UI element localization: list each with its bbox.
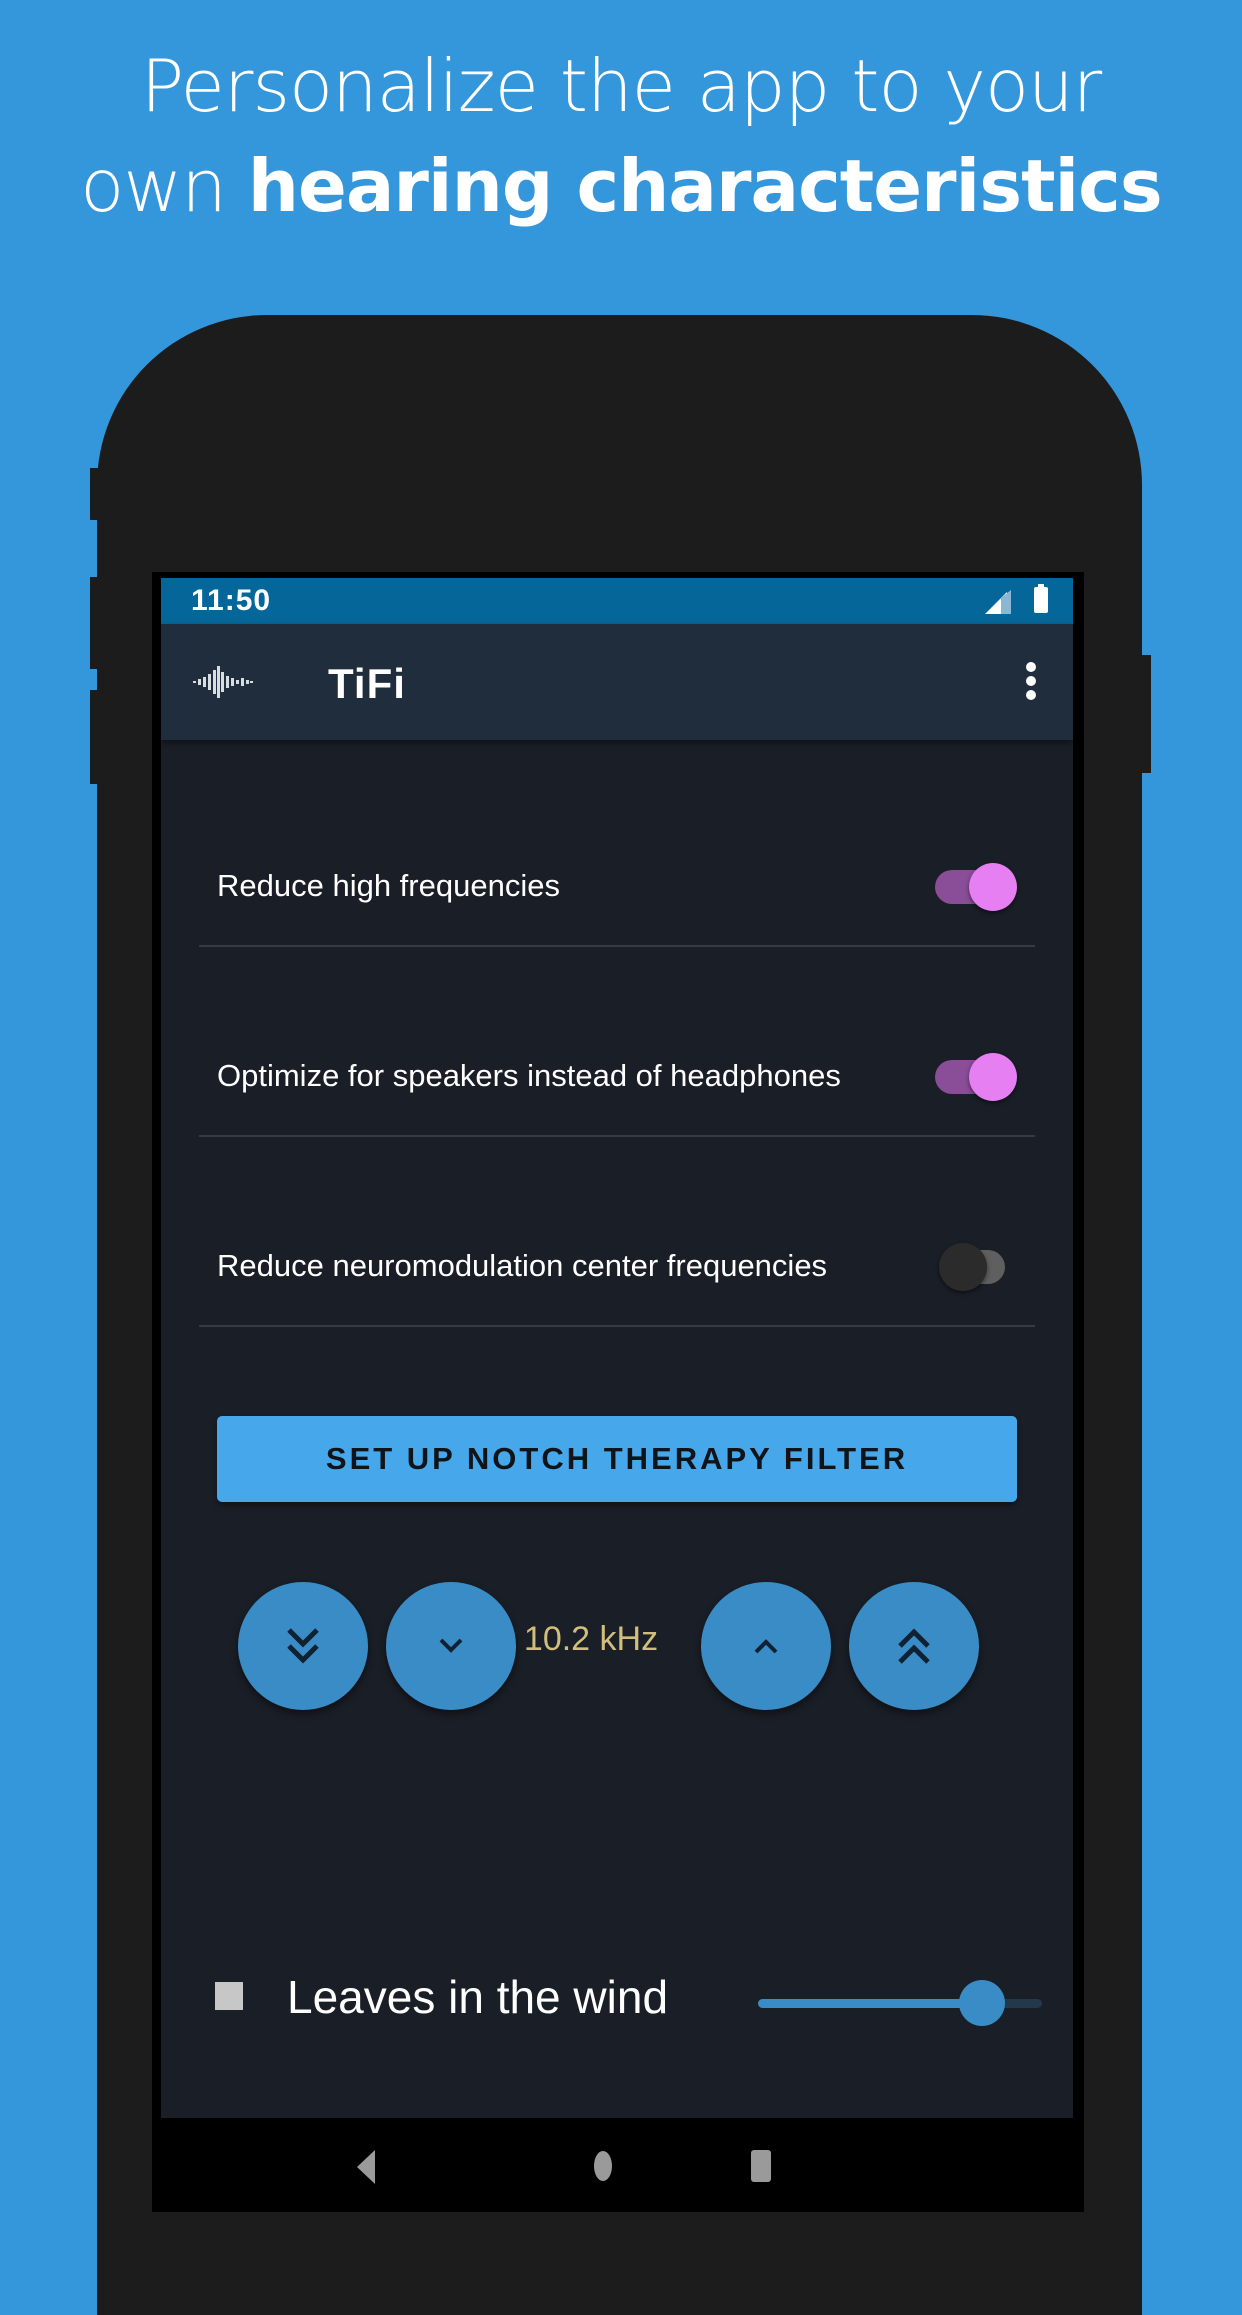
slider-knob[interactable] <box>959 1980 1006 2026</box>
setup-notch-filter-button[interactable]: SET UP NOTCH THERAPY FILTER <box>217 1416 1017 1502</box>
volume-slider[interactable] <box>758 1980 1042 2026</box>
frequency-increase-large-button[interactable] <box>849 1582 979 1710</box>
setting-label: Optimize for speakers instead of headpho… <box>217 1058 841 1093</box>
more-vert-icon <box>1026 662 1036 672</box>
double-chevron-up-icon <box>898 1628 930 1664</box>
divider <box>199 1325 1035 1327</box>
divider <box>199 1135 1035 1137</box>
headline-light-text: own <box>80 144 248 228</box>
status-time: 11:50 <box>191 584 272 617</box>
sound-name: Leaves in the wind <box>287 1971 669 2023</box>
chevron-down-icon <box>439 1638 463 1653</box>
frequency-decrease-large-button[interactable] <box>238 1582 368 1710</box>
home-icon[interactable] <box>593 2150 613 2182</box>
promo-headline: Personalize the app to your own hearing … <box>0 36 1242 236</box>
sound-row: Leaves in the wind <box>161 1968 1073 2048</box>
toggle-switch[interactable] <box>935 1053 1017 1101</box>
setting-label: Reduce high frequencies <box>217 868 560 903</box>
app-title: TiFi <box>328 660 406 707</box>
toggle-switch[interactable] <box>939 1243 1005 1291</box>
setting-label: Reduce neuromodulation center frequencie… <box>217 1248 828 1283</box>
setting-optimize-for-speakers[interactable]: Optimize for speakers instead of headpho… <box>199 1030 1035 1137</box>
back-icon[interactable] <box>357 2150 377 2184</box>
double-chevron-down-icon <box>287 1628 319 1664</box>
frequency-value: 10.2 kHz <box>523 1620 659 1658</box>
recents-icon[interactable] <box>750 2149 772 2183</box>
signal-icon <box>985 590 1011 614</box>
frequency-increase-small-button[interactable] <box>701 1582 831 1710</box>
setting-reduce-high-frequencies[interactable]: Reduce high frequencies <box>199 840 1035 947</box>
headline-bold-text: hearing characteristics <box>247 144 1163 228</box>
app-bar: TiFi <box>161 624 1073 740</box>
divider <box>199 945 1035 947</box>
toggle-switch[interactable] <box>935 863 1017 911</box>
stop-icon[interactable] <box>215 1982 243 2010</box>
phone-volume-down-button <box>90 690 98 784</box>
phone-side-button <box>90 468 98 520</box>
app-screen: 11:50 TiFi Reduce high frequencies Optim… <box>161 578 1073 2118</box>
waveform-icon <box>193 666 253 698</box>
headline-line-2: own hearing characteristics <box>0 136 1242 236</box>
status-bar: 11:50 <box>161 578 1073 624</box>
frequency-decrease-small-button[interactable] <box>386 1582 516 1710</box>
slider-fill <box>758 1999 983 2008</box>
headline-line-1: Personalize the app to your <box>140 44 1103 128</box>
more-options-button[interactable] <box>1021 662 1041 702</box>
navigation-bar <box>152 2118 1084 2208</box>
battery-icon <box>1034 584 1048 613</box>
phone-power-button <box>1141 655 1151 773</box>
phone-volume-up-button <box>90 577 98 669</box>
setting-reduce-neuromodulation[interactable]: Reduce neuromodulation center frequencie… <box>199 1220 1035 1327</box>
chevron-up-icon <box>754 1639 778 1654</box>
